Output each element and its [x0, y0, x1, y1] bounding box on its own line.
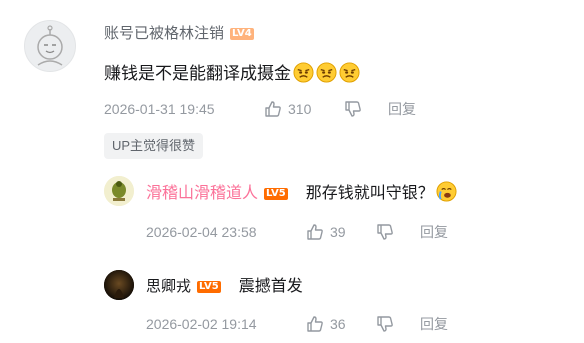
like-button[interactable]: 39: [306, 222, 376, 242]
up-liked-tag: UP主觉得很赞: [104, 133, 204, 159]
thumb-up-icon: [265, 101, 281, 117]
reply-button[interactable]: 回复: [420, 222, 448, 242]
level-badge: LV4: [230, 28, 254, 40]
reply-avatar[interactable]: [104, 270, 134, 300]
thumb-up-icon: [307, 316, 323, 332]
reply-avatar-image-icon: [104, 176, 134, 206]
like-button[interactable]: 310: [264, 99, 344, 119]
reply-text: 震撼首发: [238, 278, 303, 295]
thumb-down-icon: [377, 224, 393, 240]
reply-avatar[interactable]: [104, 176, 134, 206]
dislike-button[interactable]: [344, 100, 388, 118]
level-badge: LV5: [264, 187, 288, 200]
reply-meta: 2026-02-02 19:14 36 回复: [146, 314, 448, 334]
thumb-up-icon: [307, 224, 323, 240]
dislike-button[interactable]: [376, 315, 420, 333]
thumb-down-icon: [345, 101, 361, 117]
sweat-emoji-icon: [339, 62, 360, 83]
like-button[interactable]: 36: [306, 314, 376, 334]
like-count: 39: [330, 224, 346, 240]
reply-content: 那存钱就叫守银？: [306, 181, 457, 206]
reply-button[interactable]: 回复: [420, 314, 448, 334]
dislike-button[interactable]: [376, 223, 420, 241]
reply-meta: 2026-02-04 23:58 39 回复: [146, 222, 448, 242]
comment-meta: 2026-01-31 19:45 310 回复: [104, 99, 416, 119]
reply-username[interactable]: 思卿戎: [146, 277, 191, 297]
reply-date: 2026-02-02 19:14: [146, 316, 257, 332]
comment-text: 赚钱是不是能翻译成摄金: [104, 64, 291, 83]
default-avatar-icon: [37, 25, 63, 66]
reply-text: 那存钱就叫守银？: [305, 185, 434, 202]
reply-button[interactable]: 回复: [388, 99, 416, 119]
comment-content: 赚钱是不是能翻译成摄金: [104, 62, 360, 86]
sweat-emoji-icon: [293, 62, 314, 83]
like-count: 310: [288, 101, 312, 117]
emoji-group: [291, 62, 360, 83]
reply-date: 2026-02-04 23:58: [146, 224, 257, 240]
sweat-emoji-icon: [316, 62, 337, 83]
reply-avatar-image-icon: [104, 270, 134, 300]
level-badge: LV5: [197, 281, 221, 293]
username[interactable]: 账号已被格林注销: [104, 24, 224, 44]
avatar[interactable]: [24, 20, 76, 72]
comment-date: 2026-01-31 19:45: [104, 101, 215, 117]
like-count: 36: [330, 316, 346, 332]
reply-username[interactable]: 滑稽山滑稽道人: [146, 184, 258, 204]
crying-emoji-icon: [436, 181, 457, 202]
thumb-down-icon: [377, 316, 393, 332]
